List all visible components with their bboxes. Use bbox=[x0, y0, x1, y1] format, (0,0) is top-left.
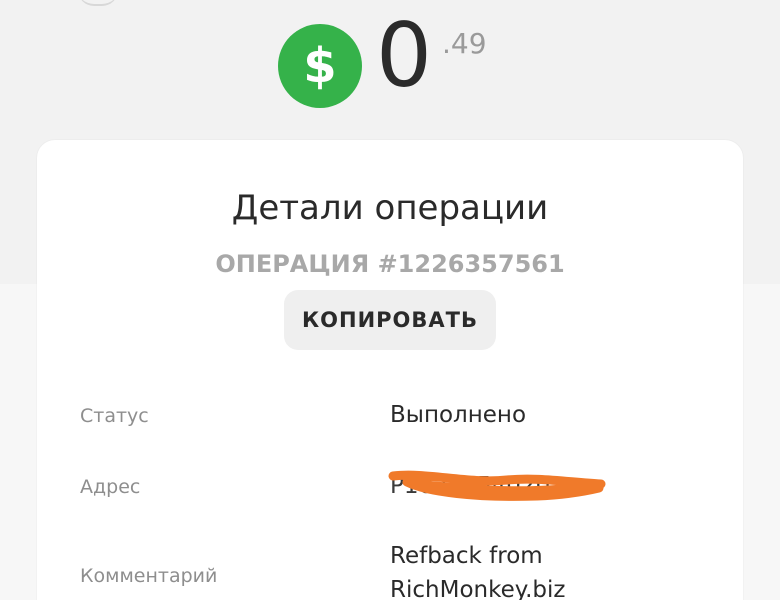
balance-fraction: .49 bbox=[442, 27, 487, 60]
redaction-scribble bbox=[388, 470, 606, 501]
copy-button[interactable]: КОПИРОВАТЬ bbox=[284, 290, 496, 350]
comment-label: Комментарий bbox=[80, 565, 218, 587]
status-value: Выполнено bbox=[390, 402, 527, 428]
status-label: Статус bbox=[80, 405, 149, 427]
operation-number: ОПЕРАЦИЯ #1226357561 bbox=[215, 250, 565, 278]
screen: $ 0 .49 Детали операции ОПЕРАЦИЯ #122635… bbox=[0, 0, 780, 600]
address-label: Адрес bbox=[80, 476, 141, 498]
comment-value-line-2: RichMonkey.biz bbox=[390, 577, 566, 600]
operation-details-card: Детали операции ОПЕРАЦИЯ #1226357561 КОП… bbox=[37, 140, 743, 600]
balance-integer: 0 bbox=[376, 4, 432, 107]
details-title: Детали операции bbox=[231, 188, 549, 228]
dollar-icon: $ bbox=[278, 24, 362, 108]
comment-value-line-1: Refback from bbox=[390, 543, 543, 569]
